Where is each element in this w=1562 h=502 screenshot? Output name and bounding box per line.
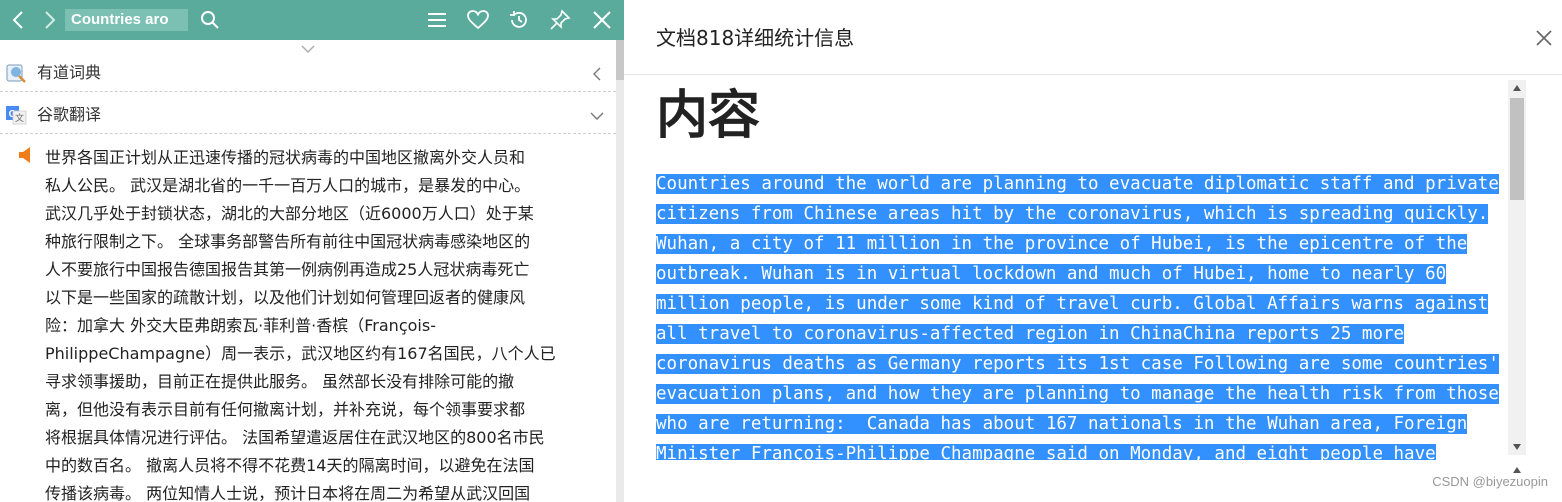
translation-line: 寻求领事援助，目前正在提供此服务。 虽然部长没有排除可能的撤	[45, 372, 515, 391]
content-line[interactable]: million people, is under some kind of tr…	[656, 289, 1506, 319]
scroll-thumb[interactable]	[1510, 98, 1524, 200]
speaker-icon[interactable]	[18, 147, 32, 163]
content-line[interactable]: Countries around the world are planning …	[656, 169, 1506, 199]
collapse-toolbar-icon[interactable]	[300, 40, 316, 54]
translation-line: 以下是一些国家的疏散计划，以及他们计划如何管理回返者的健康风	[45, 288, 526, 307]
panel-scroll-thumb[interactable]	[616, 40, 624, 80]
section-label: 有道词典	[37, 63, 102, 82]
screen: Countries aro 有道词典 G 文 谷歌翻译 世界各国正计划从正迅速传…	[0, 0, 1562, 502]
content-line[interactable]: coronavirus deaths as Germany reports it…	[656, 349, 1506, 379]
scroll-up-icon[interactable]	[1508, 80, 1526, 96]
search-input[interactable]: Countries aro	[65, 9, 188, 31]
translation-line: PhilippeChampagne）周一表示，武汉地区约有167名国民，八个人已	[45, 344, 556, 363]
content-scrollbar[interactable]	[1508, 80, 1526, 455]
content-line[interactable]: Wuhan, a city of 11 million in the provi…	[656, 229, 1506, 259]
translation-text: 世界各国正计划从正迅速传播的冠状病毒的中国地区撤离外交人员和 私人公民。 武汉是湖…	[45, 144, 605, 502]
translation-line: 传播该病毒。 两位知情人士说，预计日本将在周二为希望从武汉回国	[45, 484, 531, 502]
dialog-title: 文档818详细统计信息	[656, 26, 855, 50]
close-icon[interactable]	[1534, 28, 1554, 48]
menu-icon[interactable]	[424, 0, 450, 40]
content-line[interactable]: Minister François-Philippe Champagne sai…	[656, 439, 1506, 460]
close-icon[interactable]	[590, 0, 614, 40]
section-google-translate[interactable]: G文 谷歌翻译	[0, 96, 616, 134]
scroll-down-icon[interactable]	[1508, 439, 1526, 455]
content-area: 内容 Countries around the world are planni…	[656, 80, 1526, 460]
translation-line: 离，但他没有表示目前有任何撤离计划，并补充说，每个领事要求都	[45, 400, 526, 419]
content-line[interactable]: all travel to coronavirus-affected regio…	[656, 319, 1506, 349]
content-line[interactable]: outbreak. Wuhan is in virtual lockdown a…	[656, 259, 1506, 289]
section-youdao-dict[interactable]: 有道词典	[0, 54, 616, 92]
selected-content-text[interactable]: Countries around the world are planning …	[656, 169, 1506, 460]
content-line[interactable]: evacuation plans, and how they are plann…	[656, 379, 1506, 409]
back-icon[interactable]	[8, 0, 28, 40]
search-icon[interactable]	[198, 0, 222, 40]
translation-line: 将根据具体情况进行评估。 法国希望遣返居住在武汉地区的800名市民	[45, 428, 545, 447]
svg-text:文: 文	[15, 112, 24, 124]
translation-line: 中的数百名。 撤离人员将不得不花费14天的隔离时间，以避免在法国	[45, 456, 535, 475]
watermark: CSDN @biyezuopin	[1432, 474, 1548, 489]
section-label: 谷歌翻译	[37, 105, 102, 124]
google-translate-icon: G文	[5, 104, 27, 126]
content-line[interactable]: citizens from Chinese areas hit by the c…	[656, 199, 1506, 229]
chevron-down-icon[interactable]	[590, 108, 604, 122]
dialog-divider	[624, 74, 1562, 75]
forward-icon[interactable]	[40, 0, 60, 40]
pin-icon[interactable]	[547, 0, 573, 40]
translation-line: 私人公民。 武汉是湖北省的一千一百万人口的城市，是暴发的中心。	[45, 176, 531, 195]
youdao-dict-icon	[5, 62, 27, 84]
translation-line: 世界各国正计划从正迅速传播的冠状病毒的中国地区撤离外交人员和	[45, 148, 526, 167]
dictionary-toolbar: Countries aro	[0, 0, 624, 40]
stats-dialog: 文档818详细统计信息 内容 Countries around the worl…	[624, 0, 1562, 502]
dictionary-panel: Countries aro 有道词典 G 文 谷歌翻译 世界各国正计划从正迅速传…	[0, 0, 624, 502]
panel-scrollbar[interactable]	[616, 40, 624, 502]
translation-line: 险：加拿大 外交大臣弗朗索瓦·菲利普·香槟（François-	[45, 316, 436, 335]
translation-line: 武汉几乎处于封锁状态，湖北的大部分地区（近6000万人口）处于某	[45, 204, 534, 223]
content-line[interactable]: who are returning: Canada has about 167 …	[656, 409, 1506, 439]
history-icon[interactable]	[506, 0, 532, 40]
content-heading: 内容	[656, 86, 761, 146]
translation-line: 种旅行限制之下。 全球事务部警告所有前往中国冠状病毒感染地区的	[45, 232, 531, 251]
translation-line: 人不要旅行中国报告德国报告其第一例病例再造成25人冠状病毒死亡	[45, 260, 530, 279]
heart-icon[interactable]	[465, 0, 491, 40]
chevron-left-icon[interactable]	[590, 66, 604, 81]
